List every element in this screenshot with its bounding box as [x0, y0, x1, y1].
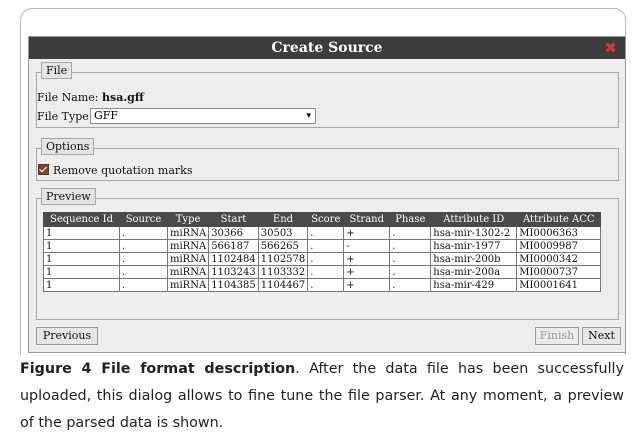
table-cell: .	[307, 265, 345, 279]
table-cell: 1102484	[208, 252, 259, 266]
table-cell: .	[119, 226, 168, 240]
table-cell: miRNA	[166, 252, 210, 266]
preview-table: Sequence Id Source Type Start End Score …	[43, 212, 602, 292]
table-cell: miRNA	[166, 226, 210, 240]
file-legend: File	[41, 62, 73, 79]
file-name-label: File Name:	[37, 91, 99, 104]
file-type-label: File Type	[37, 110, 89, 123]
table-cell: 30503	[257, 226, 309, 240]
file-type-select[interactable]: GFF ▾	[90, 108, 316, 124]
options-section: Options Remove quotation marks	[36, 138, 619, 181]
remove-quotes-label: Remove quotation marks	[53, 164, 193, 177]
table-cell: miRNA	[166, 239, 210, 253]
table-cell: .	[389, 278, 432, 292]
table-cell: +	[343, 265, 391, 279]
table-cell: +	[343, 252, 391, 266]
table-cell: hsa-mir-200a	[430, 265, 518, 279]
table-cell: hsa-mir-200b	[430, 252, 518, 266]
table-cell: .	[389, 239, 432, 253]
file-name-row: File Name: hsa.gff	[37, 91, 144, 104]
create-source-dialog: Create Source ✖ File File Name: hsa.gff …	[28, 36, 626, 353]
table-row: 1. miRNA 30366 30503. +. hsa-mir-1302-2 MI0006…	[43, 226, 602, 240]
file-section: File File Name: hsa.gff File Type GFF ▾	[36, 62, 619, 128]
table-cell: hsa-mir-1977	[430, 239, 518, 253]
col-header: Phase	[389, 212, 432, 227]
table-cell: MI0000737	[516, 265, 602, 279]
col-header: Start	[208, 212, 259, 227]
table-cell: 1103243	[208, 265, 259, 279]
table-cell: 1	[43, 226, 120, 240]
col-header: End	[257, 212, 309, 227]
table-cell: 30366	[208, 226, 259, 240]
table-cell: MI0001641	[516, 278, 602, 292]
preview-legend: Preview	[41, 188, 96, 205]
table-cell: 1104385	[208, 278, 259, 292]
col-header: Attribute ID	[430, 212, 518, 227]
table-cell: .	[119, 265, 168, 279]
table-cell: 1102578	[257, 252, 309, 266]
close-icon[interactable]: ✖	[604, 37, 617, 59]
table-row: 1. miRNA 1104385 1104467. +. hsa-mir-429 MI000…	[43, 278, 602, 292]
table-cell: 1	[43, 252, 120, 266]
table-cell: .	[307, 226, 345, 240]
caption-label: Figure 4 File format description	[20, 361, 296, 377]
table-cell: 566265	[257, 239, 309, 253]
table-cell: 1	[43, 265, 120, 279]
table-cell: .	[119, 239, 168, 253]
table-cell: miRNA	[166, 278, 210, 292]
table-cell: 1	[43, 278, 120, 292]
dialog-title: Create Source	[271, 40, 383, 56]
table-cell: 1103332	[257, 265, 309, 279]
preview-section: Preview Sequence Id Source Type Start En…	[36, 188, 619, 320]
col-header: Type	[166, 212, 210, 227]
table-cell: .	[307, 278, 345, 292]
table-cell: hsa-mir-1302-2	[430, 226, 518, 240]
next-button[interactable]: Next	[582, 327, 621, 345]
remove-quotes-row: Remove quotation marks	[38, 164, 193, 177]
col-header: Score	[307, 212, 345, 227]
table-cell: 1104467	[257, 278, 309, 292]
file-name-value: hsa.gff	[102, 91, 144, 104]
table-cell: .	[307, 252, 345, 266]
table-cell: .	[389, 265, 432, 279]
remove-quotes-checkbox[interactable]	[38, 164, 49, 175]
previous-button[interactable]: Previous	[36, 327, 98, 345]
table-cell: .	[119, 278, 168, 292]
chevron-down-icon: ▾	[306, 111, 311, 121]
col-header: Source	[119, 212, 168, 227]
table-cell: .	[307, 239, 345, 253]
figure-caption: Figure 4 File format description. After …	[20, 356, 624, 437]
dialog-titlebar: Create Source ✖	[29, 37, 625, 59]
table-cell: 1	[43, 239, 120, 253]
table-cell: MI0009987	[516, 239, 602, 253]
table-cell: -	[343, 239, 391, 253]
table-cell: 566187	[208, 239, 259, 253]
col-header: Attribute ACC	[516, 212, 602, 227]
file-type-value: GFF	[94, 109, 119, 122]
col-header: Sequence Id	[43, 212, 120, 227]
table-cell: .	[389, 226, 432, 240]
table-cell: .	[389, 252, 432, 266]
table-cell: MI0006363	[516, 226, 602, 240]
table-cell: .	[119, 252, 168, 266]
table-cell: hsa-mir-429	[430, 278, 518, 292]
options-legend: Options	[41, 138, 95, 155]
table-cell: MI0000342	[516, 252, 602, 266]
table-cell: +	[343, 226, 391, 240]
table-cell: +	[343, 278, 391, 292]
finish-button[interactable]: Finish	[535, 327, 579, 345]
col-header: Strand	[343, 212, 391, 227]
table-row: 1. miRNA 1102484 1102578. +. hsa-mir-200b MI00…	[43, 252, 602, 266]
table-cell: miRNA	[166, 265, 210, 279]
table-row: 1. miRNA 1103243 1103332. +. hsa-mir-200a MI00…	[43, 265, 602, 279]
table-row: 1. miRNA 566187 566265. -. hsa-mir-1977 MI0009…	[43, 239, 602, 253]
preview-header-row: Sequence Id Source Type Start End Score …	[43, 212, 602, 227]
